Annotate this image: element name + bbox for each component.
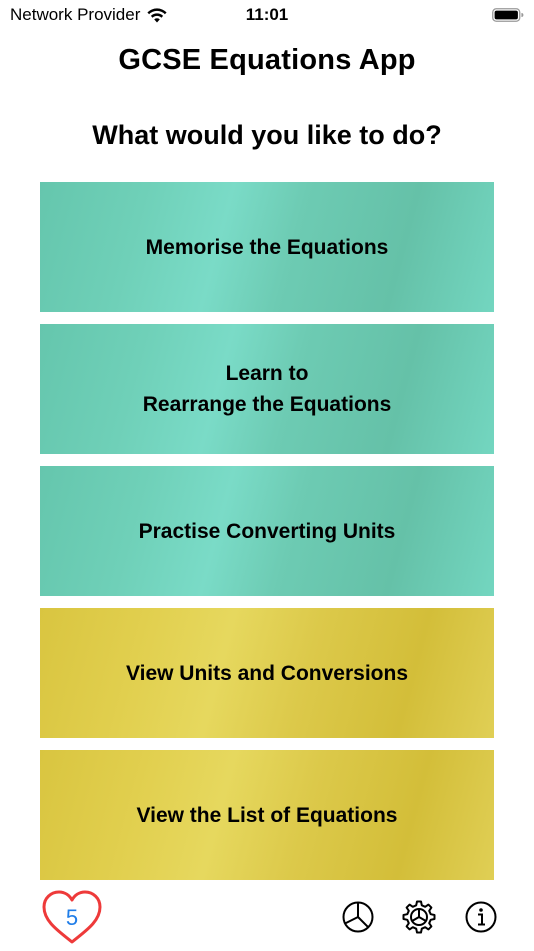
info-button[interactable] <box>464 900 498 934</box>
status-time: 11:01 <box>245 5 289 24</box>
memorise-equations-button[interactable]: Memorise the Equations <box>40 182 494 312</box>
status-bar: Network Provider 11:01 <box>0 0 534 30</box>
rearrange-equations-button[interactable]: Learn to Rearrange the Equations <box>40 324 494 454</box>
main-menu: Memorise the Equations Learn to Rearrang… <box>40 182 494 892</box>
settings-gear-icon <box>402 900 436 934</box>
likes-count: 5 <box>65 905 79 930</box>
statistics-button[interactable] <box>341 900 375 934</box>
info-icon <box>465 901 497 933</box>
page-subtitle: What would you like to do? <box>92 120 442 150</box>
view-units-conversions-button[interactable]: View Units and Conversions <box>40 608 494 738</box>
view-equations-list-button[interactable]: View the List of Equations <box>40 750 494 880</box>
settings-button[interactable] <box>402 900 436 934</box>
app-title: GCSE Equations App <box>118 44 416 76</box>
bottom-toolbar: 5 <box>0 880 534 950</box>
practise-converting-units-button[interactable]: Practise Converting Units <box>40 466 494 596</box>
battery-icon <box>492 6 524 24</box>
likes-button[interactable]: 5 <box>40 888 104 946</box>
pie-chart-icon <box>342 901 374 933</box>
